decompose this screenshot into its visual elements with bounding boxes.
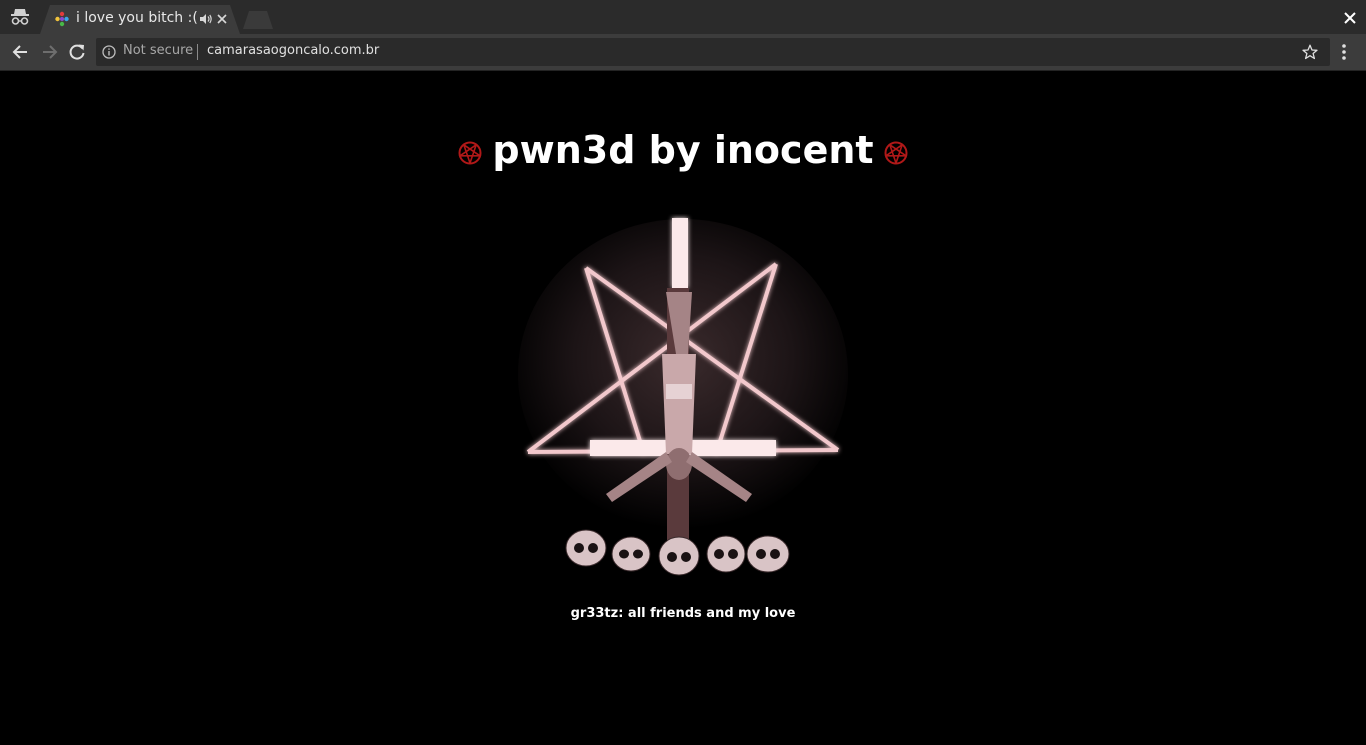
reload-icon[interactable] [67,42,87,62]
address-separator [197,44,198,60]
site-favicon [55,11,69,27]
greetings-text: gr33tz: all friends and my love [570,606,796,621]
address-bar[interactable]: Not secure camarasaogoncalo.com.br [96,38,1330,66]
kebab-menu-icon[interactable] [1336,42,1352,62]
incognito-icon [11,9,29,25]
back-arrow-icon[interactable] [11,42,31,62]
star-icon[interactable] [1302,44,1318,60]
inverted-cross-pentagram-artwork [516,214,850,584]
close-icon[interactable] [1342,10,1358,26]
info-icon[interactable] [102,45,116,59]
speaker-icon[interactable] [199,12,213,26]
security-status[interactable]: Not secure [123,43,193,58]
page-content: pwn3d by inocent gr33tz: all friends and… [0,71,1366,745]
close-icon[interactable] [215,12,229,26]
page-headline: pwn3d by inocent [0,128,1366,172]
tab-title: i love you bitch :( [76,10,198,26]
pentagram-icon [458,141,482,164]
url-text[interactable]: camarasaogoncalo.com.br [207,43,379,58]
new-tab-button[interactable] [243,11,273,29]
forward-arrow-icon[interactable] [39,42,59,62]
browser-toolbar: Not secure camarasaogoncalo.com.br [0,34,1366,71]
tab-strip: i love you bitch :( [0,0,1366,34]
headline-text: pwn3d by inocent [492,128,874,172]
active-tab[interactable]: i love you bitch :( [40,5,240,34]
pentagram-icon [884,141,908,164]
